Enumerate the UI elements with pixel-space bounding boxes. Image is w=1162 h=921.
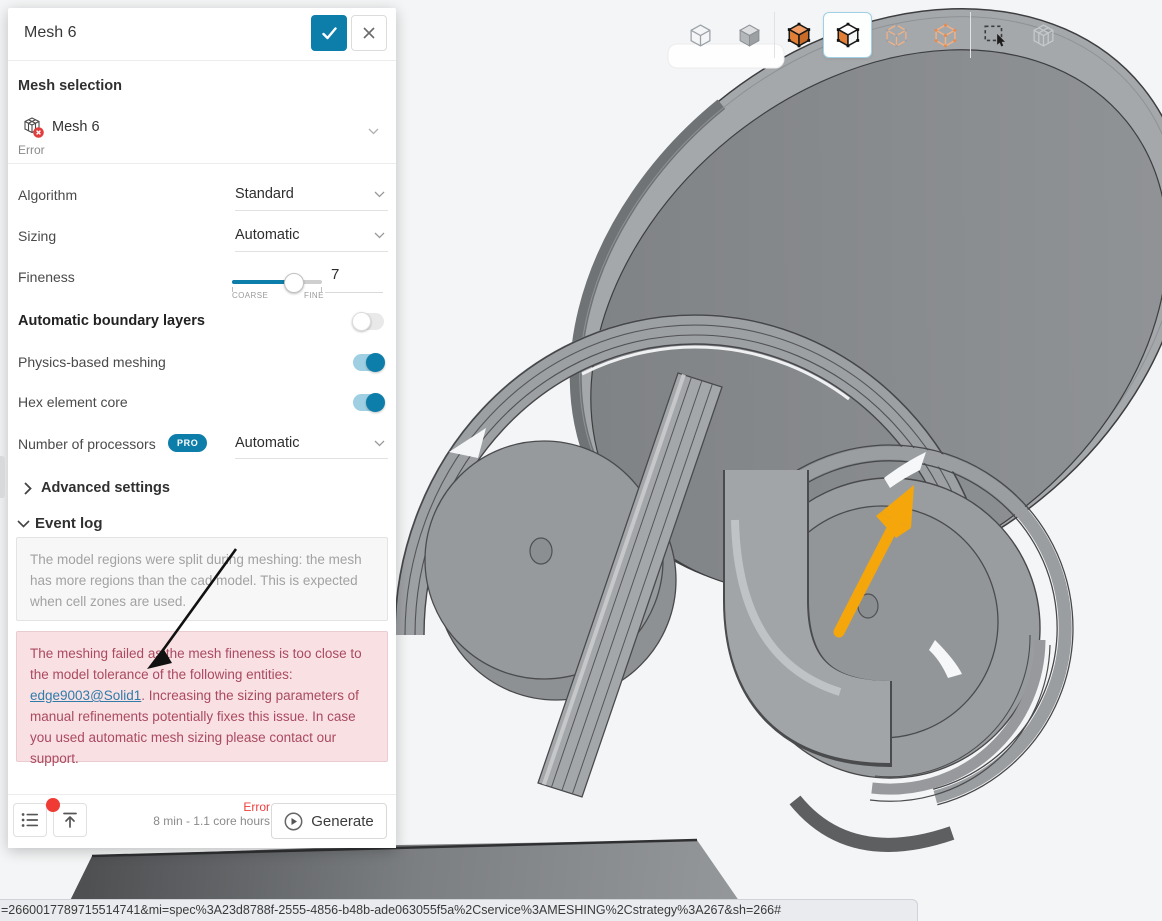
mesh-cube-disabled-icon[interactable] bbox=[1019, 12, 1068, 58]
edge-select-cube-icon[interactable] bbox=[921, 12, 970, 58]
fineness-slider[interactable] bbox=[232, 273, 322, 293]
upload-icon bbox=[63, 812, 77, 828]
fineness-value[interactable]: 7 bbox=[331, 266, 339, 283]
event-list-button[interactable] bbox=[13, 798, 60, 837]
auto-boundary-layers-toggle[interactable] bbox=[352, 312, 384, 331]
face-select-cube-icon[interactable] bbox=[823, 12, 872, 58]
chevron-down-icon[interactable] bbox=[374, 191, 385, 198]
left-disc-pin bbox=[529, 537, 553, 565]
close-button[interactable] bbox=[351, 15, 387, 51]
algorithm-select[interactable]: Standard bbox=[235, 186, 294, 202]
solid-orange-cube-icon[interactable] bbox=[774, 12, 823, 58]
notification-dot bbox=[46, 798, 60, 812]
error-message-pre: The meshing failed as the mesh fineness … bbox=[30, 646, 362, 682]
list-icon bbox=[21, 813, 39, 827]
mesh-settings-panel: Mesh 6 Mesh selection Mesh 6 Error Algor… bbox=[8, 8, 396, 848]
panel-edge-handle[interactable] bbox=[0, 456, 5, 498]
chevron-down-icon[interactable] bbox=[17, 520, 30, 528]
chevron-down-icon[interactable] bbox=[374, 440, 385, 447]
shaded-cube-icon[interactable] bbox=[725, 12, 774, 58]
mesh-error-icon bbox=[22, 116, 46, 145]
wireframe-cube-icon[interactable] bbox=[676, 12, 725, 58]
pro-badge: PRO bbox=[168, 434, 208, 452]
physics-based-meshing-toggle[interactable] bbox=[353, 353, 385, 372]
run-status-error: Error bbox=[243, 800, 270, 814]
sizing-select[interactable]: Automatic bbox=[235, 227, 299, 243]
panel-title: Mesh 6 bbox=[24, 24, 77, 41]
advanced-settings-header[interactable]: Advanced settings bbox=[41, 480, 170, 496]
generate-button[interactable]: Generate bbox=[271, 803, 387, 839]
event-log-info-message: The model regions were split during mesh… bbox=[16, 537, 388, 621]
checkmark-icon bbox=[321, 26, 337, 39]
mesh-selection-item[interactable]: Mesh 6 bbox=[52, 119, 100, 135]
event-log-error-message: The meshing failed as the mesh fineness … bbox=[16, 631, 388, 766]
chevron-right-icon[interactable] bbox=[24, 482, 32, 495]
box-select-icon[interactable] bbox=[970, 12, 1019, 58]
fineness-min-label: COARSE bbox=[232, 291, 269, 300]
num-processors-select[interactable]: Automatic bbox=[235, 435, 299, 451]
close-icon bbox=[363, 27, 375, 39]
view-toolbar bbox=[676, 12, 1068, 58]
chevron-down-icon[interactable] bbox=[374, 232, 385, 239]
num-processors-label: Number of processors bbox=[18, 436, 156, 452]
panel-footer: Error 8 min - 1.1 core hours Generate bbox=[8, 794, 396, 848]
event-log-header[interactable]: Event log bbox=[35, 515, 103, 532]
run-status: Error 8 min - 1.1 core hours bbox=[153, 800, 270, 828]
auto-boundary-layers-label: Automatic boundary layers bbox=[18, 313, 205, 329]
panel-header: Mesh 6 bbox=[8, 8, 396, 61]
hex-element-core-label: Hex element core bbox=[18, 394, 128, 410]
hex-element-core-toggle[interactable] bbox=[353, 393, 385, 412]
play-circle-icon bbox=[284, 812, 303, 830]
fineness-label: Fineness bbox=[18, 269, 75, 285]
vertex-select-cube-icon[interactable] bbox=[872, 12, 921, 58]
run-estimate: 8 min - 1.1 core hours bbox=[153, 814, 270, 828]
browser-status-url: =2660017789715514741&mi=spec%3A23d8788f-… bbox=[0, 899, 918, 921]
physics-based-meshing-label: Physics-based meshing bbox=[18, 354, 166, 370]
generate-label: Generate bbox=[311, 812, 374, 830]
fineness-slider-knob[interactable] bbox=[284, 273, 304, 293]
fineness-max-label: FINE bbox=[304, 291, 324, 300]
chevron-down-icon[interactable] bbox=[368, 128, 379, 135]
mesh-status-label: Error bbox=[18, 143, 45, 157]
sizing-label: Sizing bbox=[18, 228, 57, 244]
error-entity-link[interactable]: edge9003@Solid1 bbox=[30, 688, 141, 703]
algorithm-label: Algorithm bbox=[18, 187, 78, 203]
mesh-selection-heading: Mesh selection bbox=[18, 78, 122, 94]
confirm-button[interactable] bbox=[311, 15, 347, 51]
